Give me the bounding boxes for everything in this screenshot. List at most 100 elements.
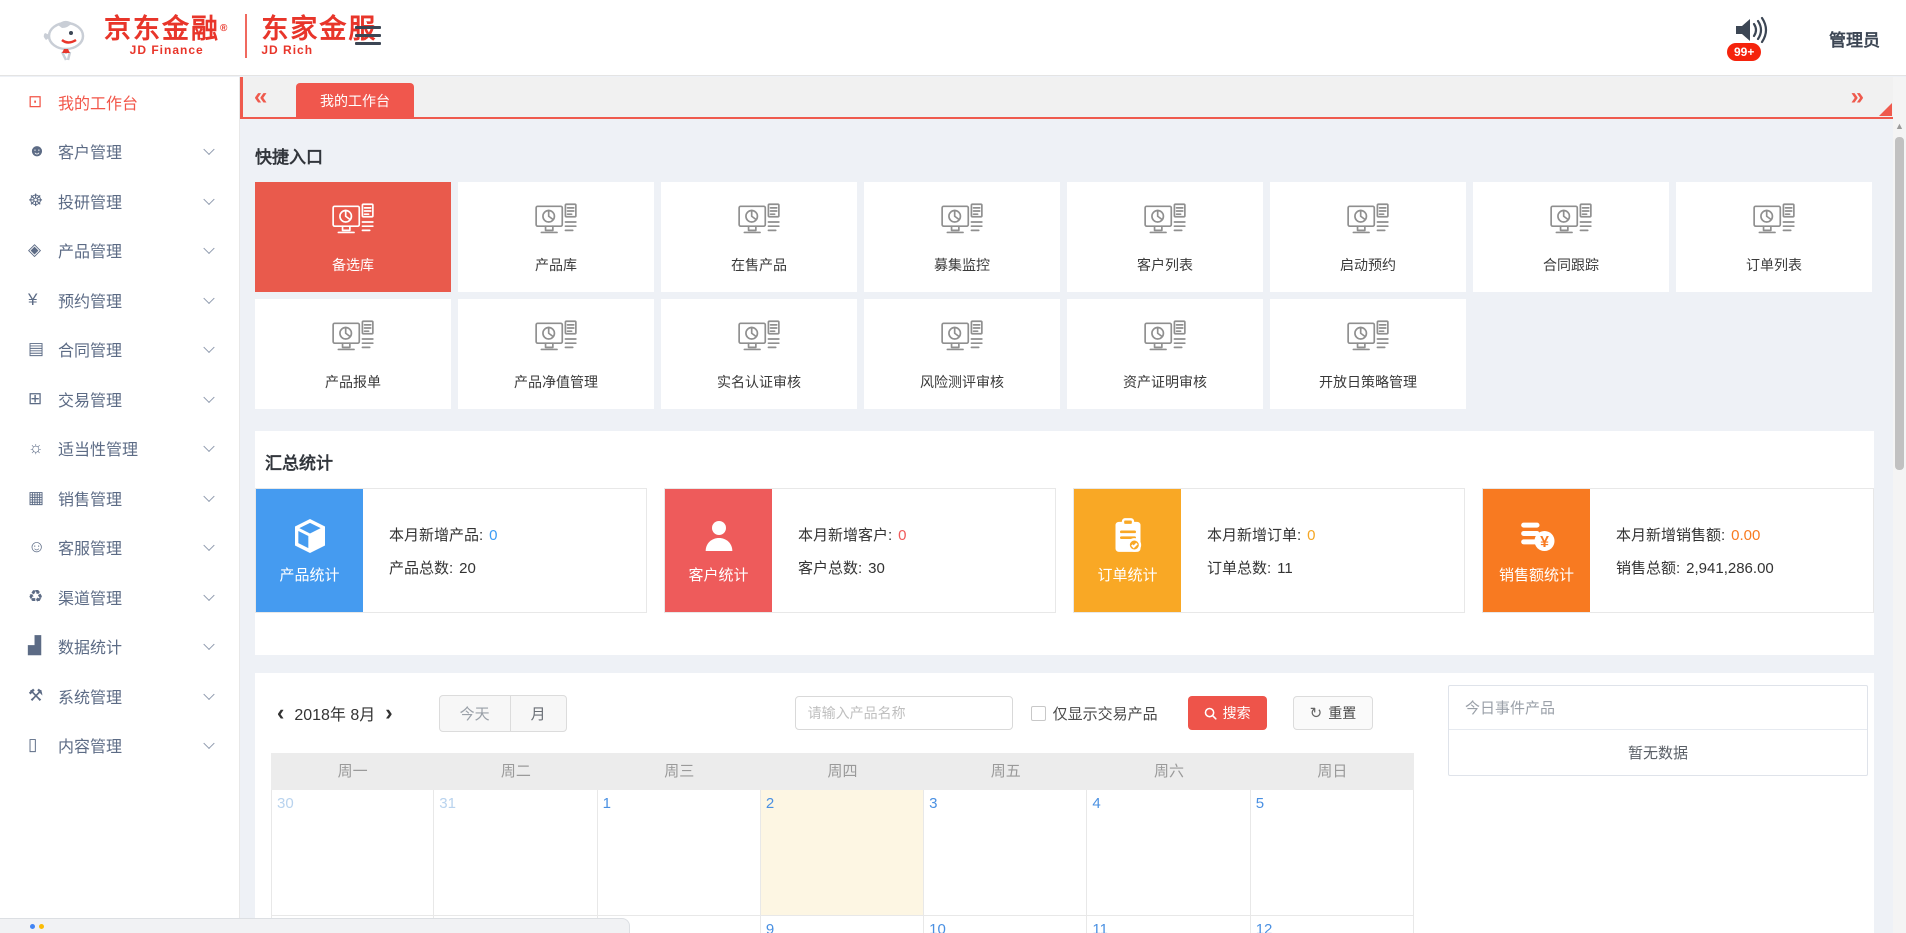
tile-asset-certificate-review[interactable]: 资产证明审核 xyxy=(1067,299,1263,409)
search-button[interactable]: 搜索 xyxy=(1188,696,1267,730)
risk-assessment-review-icon xyxy=(939,316,985,362)
calendar-week-row: 30 31 1 2 3 4 5 xyxy=(271,790,1414,916)
chevron-down-icon xyxy=(203,243,214,254)
tile-product-library[interactable]: 产品库 xyxy=(458,182,654,292)
tile-order-list[interactable]: 订单列表 xyxy=(1676,182,1872,292)
search-icon xyxy=(1204,707,1217,720)
cube-icon xyxy=(290,516,330,556)
calendar-day-cell[interactable]: 3 xyxy=(924,790,1087,916)
calendar-section: ‹ 2018年 8月 › 今天 月 仅显示交易产品 搜索 ↻ xyxy=(255,673,1874,933)
tile-contract-tracking[interactable]: 合同跟踪 xyxy=(1473,182,1669,292)
calendar-day-cell-today[interactable]: 2 xyxy=(761,790,924,916)
calendar-day-cell[interactable]: 11 xyxy=(1087,916,1250,933)
next-month-button[interactable]: › xyxy=(379,698,398,728)
tile-open-day-strategy-management[interactable]: 开放日策略管理 xyxy=(1270,299,1466,409)
tab-scroll-right-button[interactable]: » xyxy=(1851,84,1864,110)
chevron-down-icon xyxy=(203,589,214,600)
tile-product-nav-management[interactable]: 产品净值管理 xyxy=(458,299,654,409)
real-name-auth-review-icon xyxy=(736,316,782,362)
product-stat-block: 产品统计 xyxy=(256,489,363,612)
sidebar-item-label: 数据统计 xyxy=(58,634,122,658)
stat-card-sales[interactable]: ¥ 销售额统计 本月新增销售额:0.00 销售总额:2,941,286.00 xyxy=(1482,488,1874,613)
chevron-down-icon xyxy=(203,342,214,353)
scrollbar-thumb[interactable] xyxy=(1895,137,1904,470)
sidebar-item-sales-management[interactable]: ▦ 销售管理 xyxy=(0,473,239,523)
weekday-label: 周五 xyxy=(924,753,1087,790)
calendar-day-cell[interactable]: 30 xyxy=(271,790,434,916)
browser-status-tooltip xyxy=(0,918,630,933)
calendar-day-cell[interactable]: 4 xyxy=(1087,790,1250,916)
calendar-day-cell[interactable]: 31 xyxy=(434,790,597,916)
tile-customer-list[interactable]: 客户列表 xyxy=(1067,182,1263,292)
sidebar-item-customer-management[interactable]: ☻ 客户管理 xyxy=(0,127,239,177)
calendar-day-cell[interactable]: 1 xyxy=(598,790,761,916)
tile-on-sale-products[interactable]: 在售产品 xyxy=(661,182,857,292)
stat-card-order[interactable]: 订单统计 本月新增订单:0 订单总数:11 xyxy=(1073,488,1465,613)
speaker-icon xyxy=(1733,15,1771,45)
tab-bar: « 我的工作台 » xyxy=(240,77,1906,119)
calendar-day-cell[interactable]: 5 xyxy=(1251,790,1414,916)
today-button[interactable]: 今天 xyxy=(440,696,510,731)
tab-list-corner-marker[interactable] xyxy=(1879,103,1892,116)
sidebar-item-suitability-management[interactable]: ☼ 适当性管理 xyxy=(0,424,239,474)
main-content-area: « 我的工作台 » 快捷入口 备选库 产品库 在售产品 xyxy=(240,77,1906,933)
current-user-name[interactable]: 管理员 xyxy=(1829,26,1880,51)
tile-start-reservation[interactable]: 启动预约 xyxy=(1270,182,1466,292)
sidebar-item-my-workbench[interactable]: ⊡ 我的工作台 xyxy=(0,77,239,127)
sidebar-item-product-management[interactable]: ◈ 产品管理 xyxy=(0,226,239,276)
brand-logo[interactable]: 京东金融® JD Finance 东家金服 JD Rich xyxy=(38,10,391,62)
tile-risk-assessment-review[interactable]: 风险测评审核 xyxy=(864,299,1060,409)
hamburger-menu-icon[interactable] xyxy=(355,26,381,46)
today-events-title: 今日事件产品 xyxy=(1449,686,1867,730)
logo-jd-finance: 京东金融® JD Finance xyxy=(104,15,229,57)
share-icon: ♻ xyxy=(28,587,58,607)
product-name-search-input[interactable] xyxy=(795,696,1013,730)
lifebuoy-icon: ☸ xyxy=(28,191,58,211)
sidebar-item-label: 产品管理 xyxy=(58,238,122,262)
reset-button[interactable]: ↻ 重置 xyxy=(1293,696,1374,730)
logo-divider xyxy=(245,14,247,58)
sidebar-item-content-management[interactable]: ▯ 内容管理 xyxy=(0,721,239,771)
on-sale-products-icon xyxy=(736,199,782,245)
calendar-grid: 周一 周二 周三 周四 周五 周六 周日 30 31 1 2 3 4 5 xyxy=(271,753,1414,933)
sidebar-item-reservation-management[interactable]: ¥ 预约管理 xyxy=(0,275,239,325)
total-products-value: 20 xyxy=(459,560,476,577)
total-customers-value: 30 xyxy=(868,560,885,577)
calendar-day-cell[interactable]: 10 xyxy=(924,916,1087,933)
tab-my-workbench[interactable]: 我的工作台 xyxy=(296,83,414,119)
fundraising-monitor-icon xyxy=(939,199,985,245)
scrollbar-up-arrow[interactable]: ▲ xyxy=(1893,121,1906,131)
prev-month-button[interactable]: ‹ xyxy=(271,698,290,728)
sidebar-item-label: 内容管理 xyxy=(58,733,122,757)
calendar-day-cell[interactable]: 12 xyxy=(1251,916,1414,933)
checkbox-box[interactable] xyxy=(1031,706,1046,721)
month-view-button[interactable]: 月 xyxy=(510,696,566,731)
sidebar-nav: ⊡ 我的工作台 ☻ 客户管理 ☸ 投研管理 ◈ 产品管理 ¥ 预约管理 ▤ 合同… xyxy=(0,77,240,933)
sales-stat-block: ¥ 销售额统计 xyxy=(1483,489,1590,612)
summary-stats-section: 汇总统计 产品统计 本月新增产品:0 产品总数:20 xyxy=(255,431,1874,655)
contract-tracking-icon xyxy=(1548,199,1594,245)
tile-candidate-library[interactable]: 备选库 xyxy=(255,182,451,292)
sidebar-item-channel-management[interactable]: ♻ 渠道管理 xyxy=(0,572,239,622)
calendar-day-cell[interactable]: 9 xyxy=(761,916,924,933)
tile-real-name-auth-review[interactable]: 实名认证审核 xyxy=(661,299,857,409)
trade-products-only-checkbox[interactable]: 仅显示交易产品 xyxy=(1031,703,1158,724)
document-icon: ▯ xyxy=(28,735,58,755)
sidebar-item-customer-service-management[interactable]: ☺ 客服管理 xyxy=(0,523,239,573)
sidebar-item-trade-management[interactable]: ⊞ 交易管理 xyxy=(0,374,239,424)
sidebar-item-system-management[interactable]: ⚒ 系统管理 xyxy=(0,671,239,721)
sidebar-item-research-management[interactable]: ☸ 投研管理 xyxy=(0,176,239,226)
notification-count-badge: 99+ xyxy=(1727,43,1761,61)
stat-card-customer[interactable]: 客户统计 本月新增客户:0 客户总数:30 xyxy=(664,488,1056,613)
total-sales-value: 2,941,286.00 xyxy=(1686,560,1774,577)
sidebar-item-contract-management[interactable]: ▤ 合同管理 xyxy=(0,325,239,375)
notification-speaker[interactable]: 99+ xyxy=(1733,15,1773,61)
chevron-down-icon xyxy=(203,540,214,551)
vertical-scrollbar[interactable]: ▲ xyxy=(1893,77,1906,933)
stat-card-product[interactable]: 产品统计 本月新增产品:0 产品总数:20 xyxy=(255,488,647,613)
tab-scroll-left-button[interactable]: « xyxy=(254,84,267,110)
tile-product-report[interactable]: 产品报单 xyxy=(255,299,451,409)
tile-fundraising-monitor[interactable]: 募集监控 xyxy=(864,182,1060,292)
clipboard-check-icon xyxy=(1108,516,1148,556)
sidebar-item-data-statistics[interactable]: ▟ 数据统计 xyxy=(0,622,239,672)
